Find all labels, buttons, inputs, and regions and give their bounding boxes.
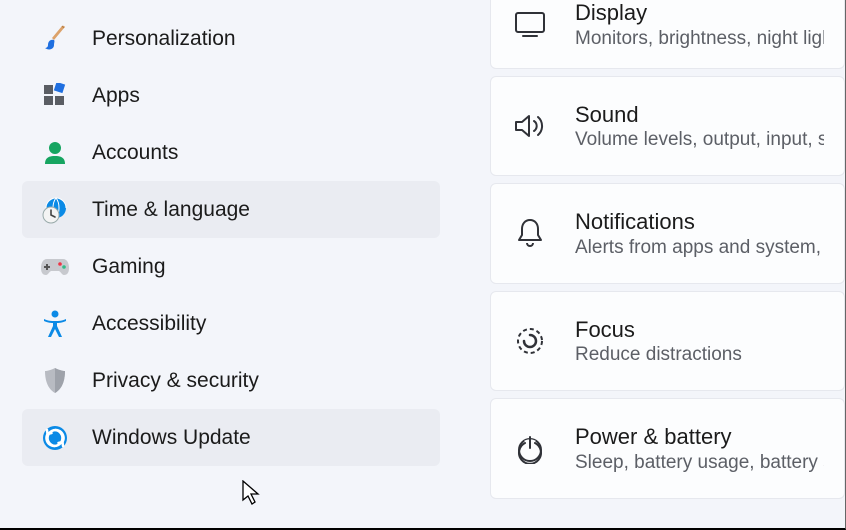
apps-icon bbox=[40, 81, 70, 111]
sidebar-item-privacy-security[interactable]: Privacy & security bbox=[22, 352, 440, 409]
card-texts: Sound Volume levels, output, input, sour bbox=[575, 101, 824, 152]
card-sound[interactable]: Sound Volume levels, output, input, sour bbox=[490, 76, 845, 177]
card-focus[interactable]: Focus Reduce distractions bbox=[490, 291, 845, 392]
sidebar-item-time-language[interactable]: Time & language bbox=[22, 181, 440, 238]
person-icon bbox=[40, 138, 70, 168]
speaker-icon bbox=[513, 109, 547, 143]
sidebar-item-label: Accounts bbox=[92, 141, 178, 165]
monitor-icon bbox=[513, 7, 547, 41]
card-notifications[interactable]: Notifications Alerts from apps and syste… bbox=[490, 183, 845, 284]
globe-clock-icon bbox=[40, 195, 70, 225]
sidebar-item-label: Time & language bbox=[92, 198, 250, 222]
settings-main-panel: Display Monitors, brightness, night ligh… bbox=[490, 0, 845, 506]
card-title: Notifications bbox=[575, 208, 824, 237]
card-power-battery[interactable]: Power & battery Sleep, battery usage, ba… bbox=[490, 398, 845, 499]
focus-icon bbox=[513, 324, 547, 358]
card-title: Focus bbox=[575, 316, 824, 345]
shield-icon bbox=[40, 366, 70, 396]
card-subtitle: Monitors, brightness, night light, bbox=[575, 28, 824, 50]
sidebar-item-label: Gaming bbox=[92, 255, 166, 279]
sidebar-item-accessibility[interactable]: Accessibility bbox=[22, 295, 440, 352]
card-texts: Display Monitors, brightness, night ligh… bbox=[575, 0, 824, 50]
card-subtitle: Alerts from apps and system, do n bbox=[575, 237, 824, 259]
mouse-cursor-icon bbox=[242, 480, 262, 506]
sidebar-item-windows-update[interactable]: Windows Update bbox=[22, 409, 440, 466]
bell-icon bbox=[513, 216, 547, 250]
card-texts: Focus Reduce distractions bbox=[575, 316, 824, 367]
card-title: Power & battery bbox=[575, 423, 824, 452]
sidebar-item-apps[interactable]: Apps bbox=[22, 67, 440, 124]
sidebar-item-label: Apps bbox=[92, 84, 140, 108]
sidebar-item-label: Windows Update bbox=[92, 426, 251, 450]
card-texts: Notifications Alerts from apps and syste… bbox=[575, 208, 824, 259]
card-title: Display bbox=[575, 0, 824, 28]
update-icon bbox=[40, 423, 70, 453]
paintbrush-icon bbox=[40, 24, 70, 54]
card-texts: Power & battery Sleep, battery usage, ba… bbox=[575, 423, 824, 474]
sidebar-item-label: Accessibility bbox=[92, 312, 206, 336]
card-subtitle: Reduce distractions bbox=[575, 344, 824, 366]
sidebar-item-gaming[interactable]: Gaming bbox=[22, 238, 440, 295]
sidebar-item-label: Personalization bbox=[92, 27, 236, 51]
sidebar-item-personalization[interactable]: Personalization bbox=[22, 10, 440, 67]
sidebar-item-accounts[interactable]: Accounts bbox=[22, 124, 440, 181]
card-subtitle: Volume levels, output, input, sour bbox=[575, 129, 824, 151]
card-subtitle: Sleep, battery usage, battery save bbox=[575, 452, 824, 474]
power-icon bbox=[513, 432, 547, 466]
accessibility-icon bbox=[40, 309, 70, 339]
gamepad-icon bbox=[40, 252, 70, 282]
sidebar-item-label: Privacy & security bbox=[92, 369, 259, 393]
settings-sidebar: Personalization Apps Accounts bbox=[0, 0, 460, 476]
card-display[interactable]: Display Monitors, brightness, night ligh… bbox=[490, 0, 845, 69]
card-title: Sound bbox=[575, 101, 824, 130]
